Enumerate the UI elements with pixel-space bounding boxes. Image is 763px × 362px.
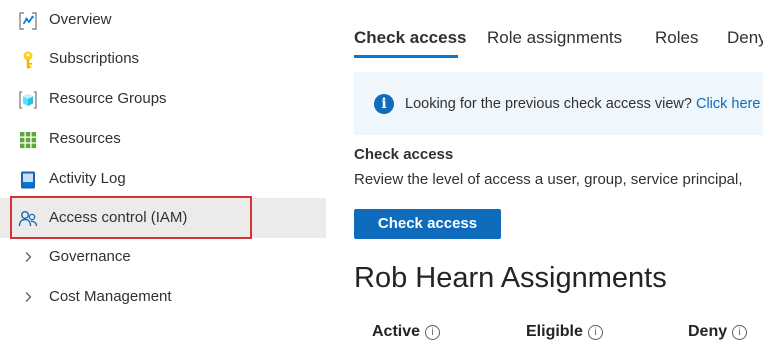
column-deny: Deny i: [688, 322, 748, 342]
info-message-bar: i Looking for the previous check access …: [354, 72, 763, 135]
sidebar-item-label: Cost Management: [49, 288, 172, 305]
info-message-text: Looking for the previous check access vi…: [405, 96, 692, 112]
activity-log-icon: [21, 171, 35, 189]
overview-icon: [19, 12, 37, 30]
key-icon: [23, 51, 33, 69]
column-label: Active: [372, 323, 421, 340]
column-active: Active i: [372, 322, 441, 342]
column-label: Eligible: [526, 323, 583, 340]
sidebar-item-resource-groups[interactable]: Resource Groups: [0, 79, 326, 119]
sidebar-item-label: Overview: [49, 11, 112, 28]
chevron-right-icon: [25, 292, 32, 302]
sidebar-item-label: Subscriptions: [49, 50, 140, 67]
sidebar-item-overview[interactable]: Overview: [0, 0, 326, 40]
info-icon: i: [374, 94, 394, 114]
tab-role-assignments[interactable]: Role assignments: [487, 26, 622, 50]
resource-group-icon: [19, 91, 37, 109]
info-circle-icon[interactable]: i: [732, 324, 748, 340]
chevron-right-icon: [25, 252, 32, 262]
tab-deny[interactable]: Deny: [727, 26, 763, 50]
sidebar-item-label: Resources: [49, 130, 121, 147]
active-tab-indicator: [354, 55, 458, 58]
click-here-link[interactable]: Click here: [696, 96, 760, 112]
sidebar-item-resources[interactable]: Resources: [0, 119, 326, 159]
sidebar-item-cost-management[interactable]: Cost Management: [0, 277, 326, 317]
column-label: Deny: [688, 323, 728, 340]
main-content: Check access Role assignments Roles Deny…: [326, 0, 763, 362]
tab-roles[interactable]: Roles: [655, 26, 698, 50]
sidebar-item-subscriptions[interactable]: Subscriptions: [0, 39, 326, 79]
sidebar-item-label: Governance: [49, 248, 131, 265]
sidebar-item-label: Access control (IAM): [49, 209, 188, 226]
info-circle-icon[interactable]: i: [425, 324, 441, 340]
sidebar-item-governance[interactable]: Governance: [0, 237, 326, 277]
column-eligible: Eligible i: [526, 322, 603, 342]
grid-icon: [20, 132, 37, 149]
check-access-description: Review the level of access a user, group…: [354, 171, 743, 188]
check-access-button[interactable]: Check access: [354, 209, 501, 239]
assignments-title: Rob Hearn Assignments: [354, 262, 667, 294]
sidebar-nav: Overview Subscriptions Resource Groups R…: [0, 0, 326, 362]
info-message: Looking for the previous check access vi…: [405, 94, 760, 114]
check-access-heading: Check access: [354, 146, 454, 163]
sidebar-item-label: Resource Groups: [49, 90, 167, 107]
info-circle-icon[interactable]: i: [587, 324, 603, 340]
sidebar-item-label: Activity Log: [49, 170, 126, 187]
people-icon: [18, 211, 38, 227]
tab-check-access[interactable]: Check access: [354, 26, 466, 50]
sidebar-item-activity-log[interactable]: Activity Log: [0, 159, 326, 199]
sidebar-item-access-control[interactable]: Access control (IAM): [0, 198, 326, 238]
